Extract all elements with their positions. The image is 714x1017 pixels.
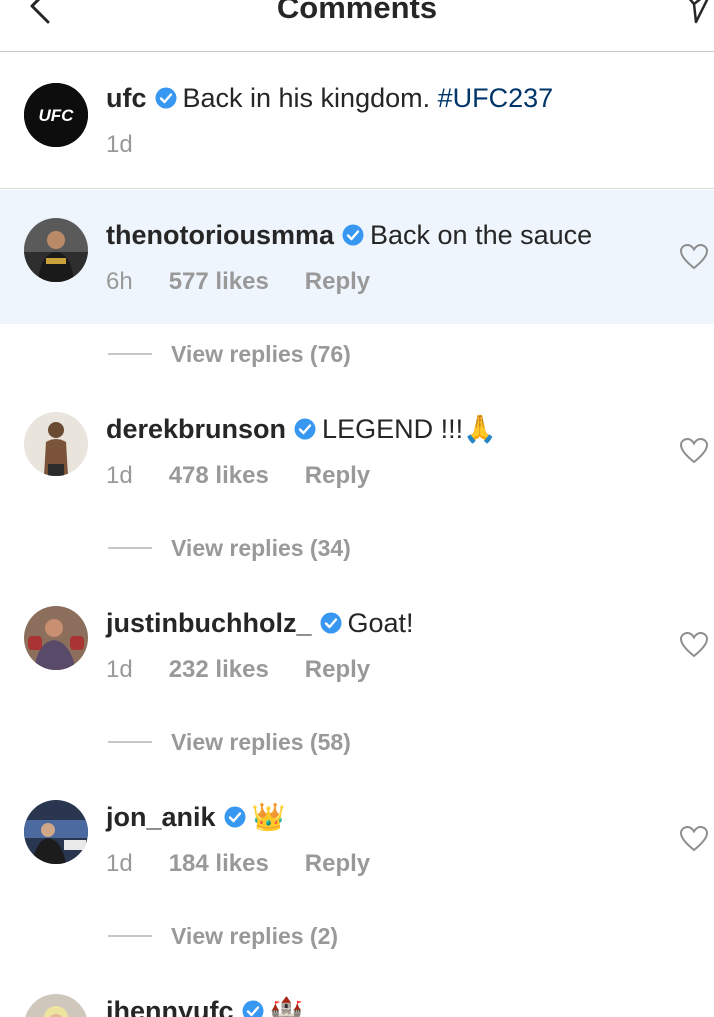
avatar[interactable]	[24, 218, 88, 282]
comment-row: thenotoriousmma Back on the sauce 6h 577 l…	[0, 190, 714, 324]
comment-row: justinbuchholz_ Goat! 1d 232 likes Reply	[0, 578, 714, 712]
avatar[interactable]	[24, 800, 88, 864]
comment-line: jon_anik 👑	[106, 800, 285, 834]
timestamp: 1d	[106, 656, 133, 683]
crown-emoji: 👑	[251, 802, 286, 832]
username[interactable]: derekbrunson	[106, 414, 286, 444]
heart-icon[interactable]	[680, 244, 708, 270]
avatar-photo	[24, 218, 88, 282]
praying-hands-emoji: 🙏	[463, 414, 497, 444]
comment-row: jhennyufc 🏰	[0, 966, 714, 1017]
divider	[108, 353, 152, 355]
comment-line: derekbrunson LEGEND !!!🙏	[106, 412, 497, 446]
avatar[interactable]	[24, 606, 88, 670]
timestamp: 1d	[106, 462, 133, 489]
reply-button[interactable]: Reply	[305, 655, 370, 685]
avatar[interactable]	[24, 412, 88, 476]
verified-badge-icon	[242, 1000, 264, 1017]
username[interactable]: jon_anik	[106, 802, 216, 832]
username[interactable]: justinbuchholz_	[106, 608, 312, 638]
likes-count[interactable]: 184 likes	[169, 849, 269, 879]
view-replies-label[interactable]: View replies (2)	[171, 921, 338, 951]
username[interactable]: ufc	[106, 83, 147, 113]
avatar-photo	[24, 800, 88, 864]
view-replies-label[interactable]: View replies (58)	[171, 727, 351, 757]
divider	[108, 935, 152, 937]
verified-badge-icon	[224, 806, 246, 828]
view-replies-label[interactable]: View replies (76)	[171, 339, 351, 369]
verified-badge-icon	[155, 87, 176, 109]
reply-button[interactable]: Reply	[305, 267, 370, 297]
heart-icon[interactable]	[680, 632, 708, 658]
avatar-photo	[24, 994, 88, 1017]
heart-icon[interactable]	[680, 826, 708, 852]
username[interactable]: jhennyufc	[106, 996, 234, 1017]
comment-text: Back on the sauce	[370, 220, 593, 250]
comment-meta: 1d 478 likes Reply	[106, 461, 370, 491]
verified-badge-icon	[294, 418, 316, 440]
comment-meta: 1d 184 likes Reply	[106, 849, 370, 879]
comment-meta: 1d 232 likes Reply	[106, 655, 370, 685]
likes-count[interactable]: 232 likes	[169, 655, 269, 685]
comment-text: LEGEND !!!	[322, 414, 464, 444]
caption-line: ufc Back in his kingdom. #UFC237	[106, 81, 553, 115]
verified-badge-icon	[320, 612, 341, 634]
comment-meta: 6h 577 likes Reply	[106, 267, 370, 297]
page-title: Comments	[276, 0, 438, 25]
heart-icon[interactable]	[680, 438, 708, 464]
ufc-logo-icon: UFC	[24, 83, 88, 147]
avatar[interactable]	[24, 994, 88, 1017]
likes-count[interactable]: 577 likes	[169, 267, 269, 297]
comment-line: thenotoriousmma Back on the sauce	[106, 218, 592, 252]
comment-text: Goat!	[347, 608, 414, 638]
comment-line: jhennyufc 🏰	[106, 994, 303, 1017]
divider	[108, 741, 152, 743]
avatar-photo	[24, 606, 88, 670]
view-replies-label[interactable]: View replies (34)	[171, 533, 351, 563]
likes-count[interactable]: 478 likes	[169, 461, 269, 491]
comment-row: derekbrunson LEGEND !!!🙏 1d 478 likes Reply	[0, 384, 714, 518]
caption-meta: 1d	[106, 130, 133, 160]
divider	[108, 547, 152, 549]
emoji: 🏰	[269, 996, 304, 1017]
post-caption: UFC ufc Back in his kingdom. #UFC237 1d	[0, 53, 714, 189]
hashtag-link[interactable]: #UFC237	[438, 83, 554, 113]
reply-button[interactable]: Reply	[305, 849, 370, 879]
comment-line: justinbuchholz_ Goat!	[106, 606, 414, 640]
timestamp: 1d	[106, 131, 133, 158]
avatar-photo	[24, 412, 88, 476]
top-bar: Comments	[0, 0, 714, 52]
timestamp: 6h	[106, 268, 133, 295]
timestamp: 1d	[106, 850, 133, 877]
username[interactable]: thenotoriousmma	[106, 220, 334, 250]
reply-button[interactable]: Reply	[305, 461, 370, 491]
comment-row: jon_anik 👑 1d 184 likes Reply	[0, 772, 714, 906]
verified-badge-icon	[342, 224, 364, 246]
paper-plane-icon[interactable]	[676, 0, 714, 26]
avatar[interactable]: UFC	[24, 83, 88, 147]
caption-text: Back in his kingdom.	[182, 83, 438, 113]
svg-text:UFC: UFC	[39, 106, 75, 125]
